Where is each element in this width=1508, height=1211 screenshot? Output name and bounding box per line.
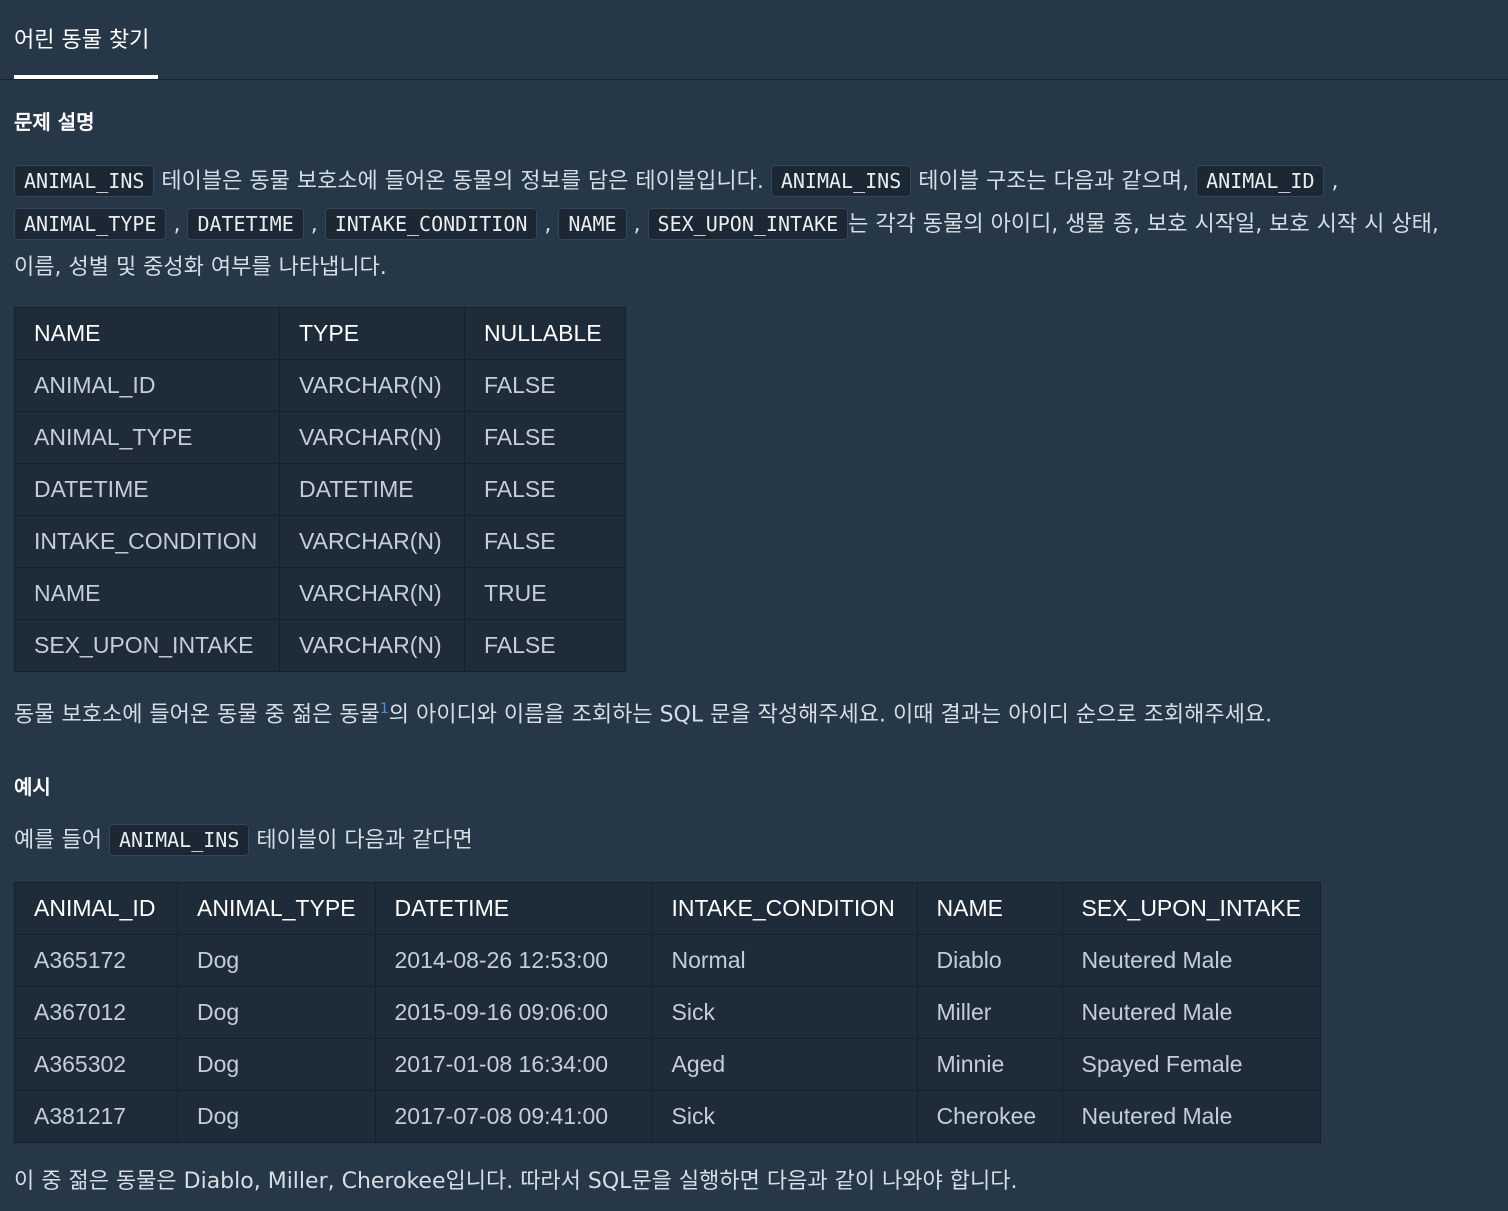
table-cell: DATETIME [279,463,465,516]
table-cell: Dog [177,1038,376,1091]
table-row: A381217 Dog 2017-07-08 09:41:00 Sick Cheroke… [14,1090,1321,1143]
table-cell: TRUE [464,567,626,620]
table-cell: 2014-08-26 12:53:00 [374,934,653,987]
table-cell: VARCHAR(N) [279,411,465,464]
code-animal-type: ANIMAL_TYPE [14,208,167,240]
question-paragraph: 동물 보호소에 들어온 동물 중 젊은 동물1의 아이디와 이름을 조회하는 S… [14,688,1272,736]
table-header-row: NAME TYPE NULLABLE [14,307,626,360]
code-animal-ins: ANIMAL_INS [770,165,912,197]
desc-text: 는 각각 동물의 아이디, 생물 종, 보호 시작일, 보호 시작 시 상태, [848,212,1439,237]
table-row: SEX_UPON_INTAKE VARCHAR(N) FALSE [14,619,626,672]
table-cell: 2017-01-08 16:34:00 [374,1038,653,1091]
table-cell: VARCHAR(N) [279,567,465,620]
table-row: DATETIME DATETIME FALSE [14,463,626,516]
table-row: ANIMAL_TYPE VARCHAR(N) FALSE [14,411,626,464]
table-row: ANIMAL_ID VARCHAR(N) FALSE [14,359,626,412]
table-cell: A367012 [14,986,178,1039]
separator: , [626,212,648,237]
table-header-cell: NULLABLE [464,307,626,360]
table-cell: A381217 [14,1090,178,1143]
table-cell: VARCHAR(N) [279,359,465,412]
table-cell: Dog [177,1090,376,1143]
table-cell: 2017-07-08 09:41:00 [374,1090,653,1143]
code-datetime: DATETIME [187,208,304,240]
intro-text: 테이블이 다음과 같다면 [249,828,473,853]
question-text: 의 아이디와 이름을 조회하는 SQL 문을 작성해주세요. 이때 결과는 아이… [388,702,1273,728]
table-cell: FALSE [464,359,626,412]
table-header-cell: SEX_UPON_INTAKE [1061,882,1321,935]
separator: , [166,212,188,237]
table-cell: Dog [177,934,376,987]
table-cell: Miller [916,986,1063,1039]
code-animal-id: ANIMAL_ID [1196,165,1325,197]
code-name: NAME [558,208,627,240]
table-cell: A365302 [14,1038,178,1091]
code-sex-upon-intake: SEX_UPON_INTAKE [647,208,849,240]
code-intake-condition: INTAKE_CONDITION [324,208,538,240]
desc-text: 테이블은 동물 보호소에 들어온 동물의 정보를 담은 테이블입니다. [154,169,771,194]
table-cell: Minnie [916,1038,1063,1091]
table-header-cell: TYPE [279,307,465,360]
table-cell: Diablo [916,934,1063,987]
table-cell: VARCHAR(N) [279,515,465,568]
question-text: 동물 보호소에 들어온 동물 중 젊은 동물 [14,702,380,728]
table-header-cell: DATETIME [374,882,653,935]
desc-text: 테이블 구조는 다음과 같으며, [911,169,1197,194]
table-cell: Aged [651,1038,918,1091]
intro-text: 예를 들어 [14,828,109,853]
section-title-example: 예시 [14,775,51,799]
conclusion-paragraph: 이 중 젊은 동물은 Diablo, Miller, Cherokee입니다. … [14,1169,1018,1194]
table-cell: VARCHAR(N) [279,619,465,672]
description-line-3: 이름, 성별 및 중성화 여부를 나타냅니다. [14,255,387,280]
table-cell: Spayed Female [1061,1038,1321,1091]
tab-bar: 어린 동물 찾기 [0,0,1508,80]
example-intro: 예를 들어 ANIMAL_INS 테이블이 다음과 같다면 [14,819,473,862]
table-cell: A365172 [14,934,178,987]
table-header-cell: NAME [14,307,280,360]
table-cell: DATETIME [14,463,280,516]
table-row: A367012 Dog 2015-09-16 09:06:00 Sick Miller N… [14,986,1321,1039]
description-paragraph: ANIMAL_INS 테이블은 동물 보호소에 들어온 동물의 정보를 담은 테… [14,160,1439,289]
table-row: A365172 Dog 2014-08-26 12:53:00 Normal Diabl… [14,934,1321,987]
description-line-2: ANIMAL_TYPE , DATETIME , INTAKE_CONDITIO… [14,203,1439,246]
table-cell: Neutered Male [1061,934,1321,987]
table-cell: FALSE [464,411,626,464]
example-table: ANIMAL_ID ANIMAL_TYPE DATETIME INTAKE_CO… [14,882,1321,1143]
table-cell: FALSE [464,619,626,672]
table-cell: Dog [177,986,376,1039]
table-row: A365302 Dog 2017-01-08 16:34:00 Aged Minnie S… [14,1038,1321,1091]
table-cell: FALSE [464,515,626,568]
table-cell: Neutered Male [1061,986,1321,1039]
separator: , [537,212,559,237]
table-cell: 2015-09-16 09:06:00 [374,986,653,1039]
table-cell: NAME [14,567,280,620]
table-cell: SEX_UPON_INTAKE [14,619,280,672]
table-cell: Sick [651,986,918,1039]
table-cell: ANIMAL_ID [14,359,280,412]
table-header-row: ANIMAL_ID ANIMAL_TYPE DATETIME INTAKE_CO… [14,882,1321,935]
code-animal-ins: ANIMAL_INS [108,824,250,856]
table-row: NAME VARCHAR(N) TRUE [14,567,626,620]
section-title-description: 문제 설명 [14,110,95,134]
table-header-cell: NAME [916,882,1063,935]
code-animal-ins: ANIMAL_INS [14,165,155,197]
description-line-1: ANIMAL_INS 테이블은 동물 보호소에 들어온 동물의 정보를 담은 테… [14,160,1439,203]
table-header-cell: ANIMAL_TYPE [177,882,376,935]
table-cell: Sick [651,1090,918,1143]
table-header-cell: INTAKE_CONDITION [651,882,918,935]
table-cell: INTAKE_CONDITION [14,515,280,568]
table-cell: Cherokee [916,1090,1063,1143]
separator: , [1324,169,1339,194]
tab-active-indicator [14,75,158,79]
footnote-link[interactable]: 1 [380,701,389,717]
tab-problem[interactable]: 어린 동물 찾기 [14,22,149,78]
separator: , [303,212,325,237]
schema-table: NAME TYPE NULLABLE ANIMAL_ID VARCHAR(N) FA… [14,307,626,672]
table-cell: ANIMAL_TYPE [14,411,280,464]
table-header-cell: ANIMAL_ID [14,882,178,935]
table-cell: FALSE [464,463,626,516]
table-row: INTAKE_CONDITION VARCHAR(N) FALSE [14,515,626,568]
table-cell: Neutered Male [1061,1090,1321,1143]
table-cell: Normal [651,934,918,987]
